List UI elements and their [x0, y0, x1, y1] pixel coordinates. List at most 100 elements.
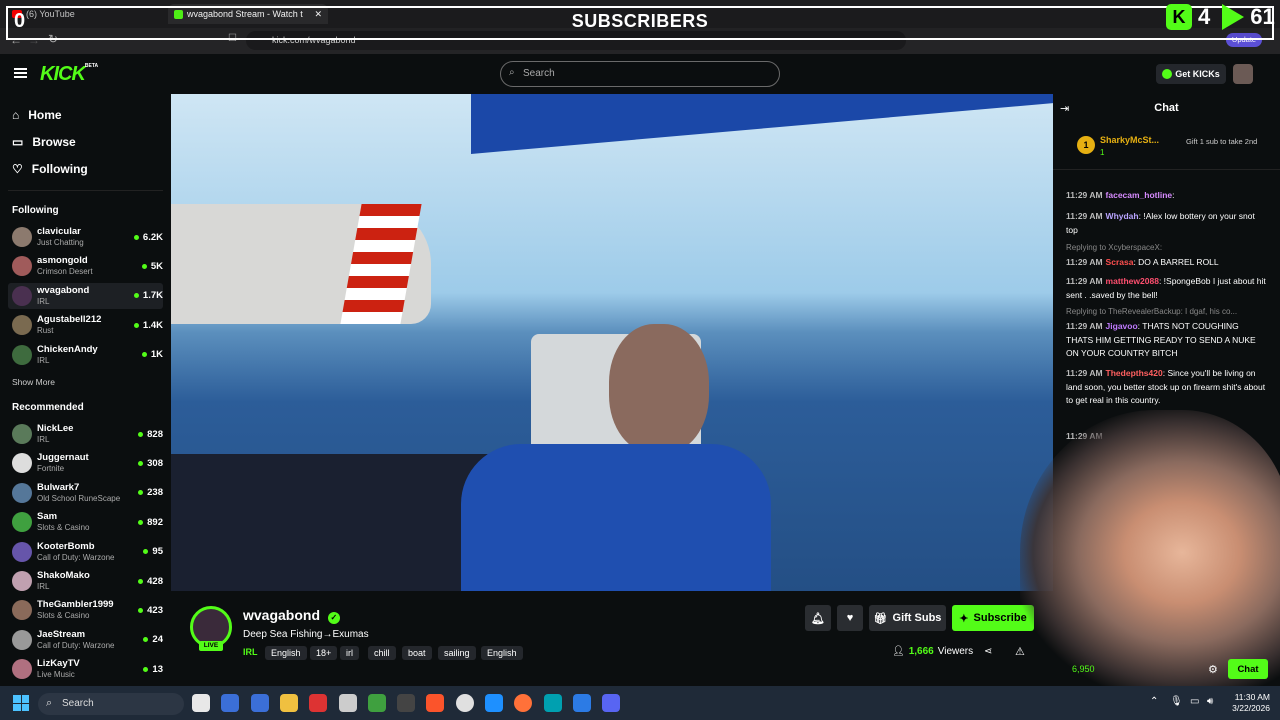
tray-chevron-icon[interactable]: ⌃ — [1150, 696, 1158, 707]
live-dot-icon — [133, 322, 139, 328]
channel-item[interactable]: Juggernaut Fortnite 308 — [8, 450, 163, 476]
recommended-header: Recommended — [12, 402, 84, 413]
channel-avatar — [12, 482, 32, 503]
channel-item[interactable]: LizKayTV Live Music 13 — [8, 656, 163, 682]
channel-category: Call of Duty: Warzone — [37, 552, 115, 562]
channel-avatar — [12, 227, 32, 247]
report-icon[interactable]: ⚠ — [1015, 645, 1025, 658]
stream-tag[interactable]: irl — [340, 646, 359, 660]
menu-icon[interactable] — [14, 68, 27, 78]
app-icon[interactable] — [367, 694, 386, 712]
channel-item[interactable]: ChickenAndy IRL 1K — [8, 342, 163, 368]
channel-item[interactable]: NickLee IRL 828 — [8, 421, 163, 447]
video-player[interactable] — [171, 94, 1053, 591]
brave-icon[interactable] — [426, 694, 445, 712]
app-icon[interactable] — [309, 694, 328, 712]
stream-tag[interactable]: sailing — [438, 646, 476, 660]
streamer-name[interactable]: wvagabond ✓ — [243, 607, 340, 624]
app-icon[interactable] — [338, 694, 357, 712]
app-icon[interactable] — [250, 694, 269, 712]
message-user[interactable]: Whydah — [1106, 211, 1139, 221]
channel-item[interactable]: KooterBomb Call of Duty: Warzone 95 — [8, 539, 163, 565]
search-placeholder: Search — [523, 68, 555, 79]
channel-name: ShakoMako — [37, 570, 90, 581]
play-icon — [1222, 4, 1245, 30]
settings-icon[interactable]: ⚙ — [1208, 663, 1218, 676]
channel-name: TheGambler1999 — [37, 599, 114, 611]
message-user[interactable]: Scrasa — [1106, 257, 1134, 267]
category-link[interactable]: IRL — [243, 647, 258, 657]
taskbar-search[interactable]: ⌕ Search — [38, 693, 184, 715]
edge-icon[interactable] — [485, 694, 503, 712]
channel-viewers: 1.4K — [133, 320, 163, 331]
discord-icon[interactable] — [602, 694, 621, 712]
live-dot-icon — [141, 263, 147, 269]
channel-category: Crimson Desert — [37, 267, 93, 277]
nav-browse[interactable]: ▭ Browse — [12, 135, 76, 149]
mic-icon[interactable]: 🎙︎ — [1170, 696, 1183, 707]
chat-send-button[interactable]: Chat — [1228, 659, 1268, 679]
network-icon[interactable]: ▭ — [1190, 696, 1199, 707]
app-icon[interactable] — [543, 694, 562, 712]
leader-user[interactable]: SharkyMcSt... — [1100, 135, 1159, 145]
message-time: 11:29 AM — [1066, 257, 1103, 267]
kick-logo-icon: K — [1166, 4, 1192, 30]
windows-start-icon[interactable] — [13, 695, 29, 711]
get-kicks-button[interactable]: Get KICKs — [1156, 64, 1226, 84]
kick-logo[interactable]: KICKBETA — [40, 63, 98, 86]
nav-following[interactable]: ♡ Following — [12, 162, 88, 176]
chrome-icon[interactable] — [455, 694, 474, 712]
live-dot-icon — [138, 431, 144, 437]
folder-icon[interactable] — [279, 694, 298, 712]
message-user[interactable]: Jigavoo — [1106, 321, 1138, 331]
live-dot-icon — [143, 666, 149, 672]
gift-prompt[interactable]: Gift 1 sub to take 2nd — [1186, 137, 1276, 146]
chat-title: Chat — [1154, 102, 1179, 114]
channel-avatar — [12, 659, 32, 680]
volume-icon[interactable]: 🔊︎ — [1207, 696, 1213, 707]
gift-subs-button[interactable]: 🎁︎ Gift Subs — [869, 605, 946, 631]
message-user[interactable]: matthew2088 — [1106, 276, 1159, 286]
channel-avatar — [12, 285, 32, 306]
message-user[interactable]: facecam_hotline — [1106, 190, 1173, 200]
stream-tag[interactable]: chill — [368, 646, 396, 660]
channel-avatar — [12, 315, 32, 336]
stream-tag[interactable]: English — [265, 646, 307, 660]
app-icon[interactable] — [221, 694, 240, 712]
channel-item[interactable]: Sam Slots & Casino 892 — [8, 509, 163, 535]
widgets-icon[interactable] — [192, 694, 210, 712]
app-icon[interactable] — [397, 694, 416, 712]
stream-tag[interactable]: 18+ — [310, 646, 338, 660]
show-more-link[interactable]: Show More — [12, 377, 55, 387]
channel-viewers: 828 — [138, 429, 163, 440]
follow-button[interactable]: ♥ — [837, 605, 863, 631]
overlay-right-count: 61 — [1250, 4, 1275, 29]
stream-tag[interactable]: English — [481, 646, 523, 660]
message-user[interactable]: Thedepths420 — [1106, 368, 1163, 378]
stream-tag[interactable]: boat — [402, 646, 432, 660]
channel-category: Call of Duty: Warzone — [37, 640, 115, 650]
user-avatar[interactable] — [1233, 64, 1253, 84]
channel-category: IRL — [37, 435, 50, 444]
channel-item[interactable]: Bulwark7 Old School RuneScape 238 — [8, 480, 163, 506]
leader-sub-count: 1 — [1100, 148, 1105, 157]
channel-name: KooterBomb — [37, 540, 95, 552]
vscode-icon[interactable] — [572, 694, 591, 712]
channel-name: LizKayTV — [37, 658, 80, 670]
channel-item[interactable]: wvagabond IRL 1.7K — [8, 282, 163, 309]
nav-home[interactable]: ⌂ Home — [12, 108, 62, 122]
channel-item[interactable]: clavicular Just Chatting 6.2K — [8, 224, 163, 250]
channel-item[interactable]: ShakoMako IRL 428 — [8, 568, 163, 594]
channel-item[interactable]: Agustabell212 Rust 1.4K — [8, 312, 163, 338]
channel-item[interactable]: JaeStream Call of Duty: Warzone 24 — [8, 627, 163, 653]
channel-item[interactable]: asmongold Crimson Desert 5K — [8, 253, 163, 279]
channel-avatar — [12, 424, 32, 444]
viewers-icon: 👤︎ — [892, 646, 905, 657]
clock[interactable]: 11:30 AM 3/22/2026 — [1222, 692, 1270, 714]
notify-button[interactable]: 🔔︎ — [805, 605, 831, 631]
channel-avatar — [12, 344, 32, 365]
search-input[interactable]: ⌕ Search — [500, 61, 780, 87]
share-icon[interactable]: ⋖ — [984, 646, 992, 657]
message-time: 11:29 AM — [1066, 368, 1103, 378]
channel-item[interactable]: TheGambler1999 Slots & Casino 423 — [8, 597, 163, 623]
